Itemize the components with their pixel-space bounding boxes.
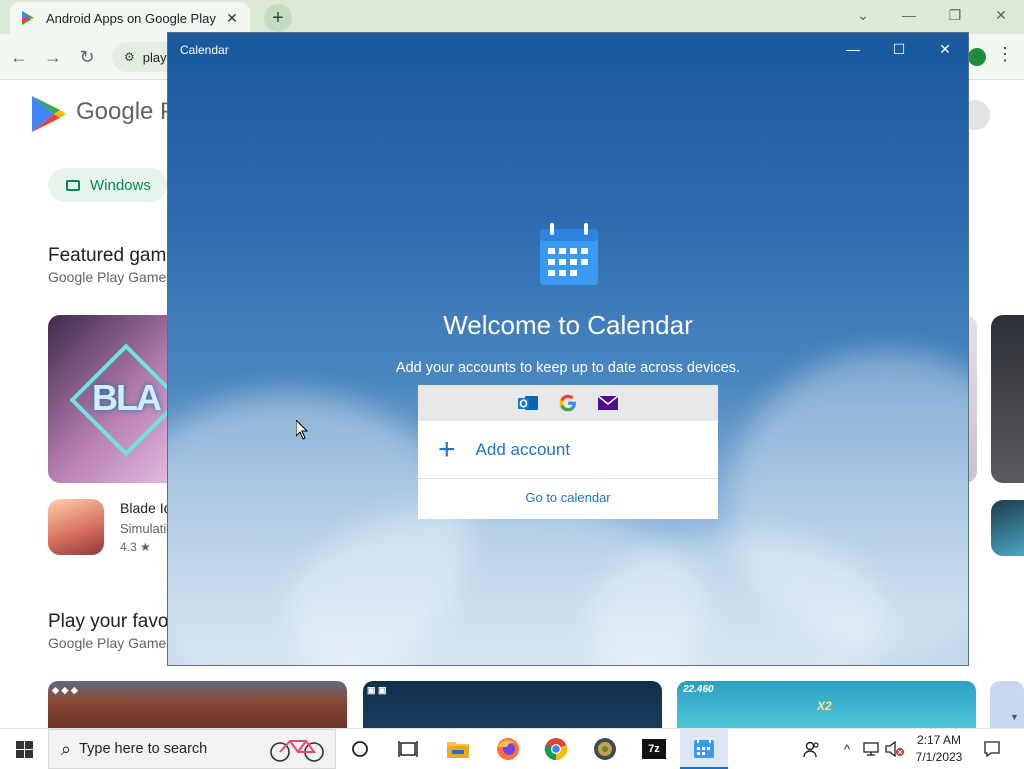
google-play-favicon-icon [22, 11, 34, 25]
clock-time: 2:17 AM [916, 733, 962, 747]
play-favorites-section-subtitle: Google Play Games [48, 635, 174, 651]
start-button[interactable] [0, 729, 48, 769]
game-art-logo: BLA [92, 377, 162, 418]
calendar-window-title: Calendar [180, 43, 229, 57]
app-icon[interactable] [48, 499, 104, 555]
search-placeholder: Type here to search [79, 741, 208, 757]
featured-game-card-3[interactable] [991, 315, 1024, 483]
back-icon[interactable]: ← [6, 44, 32, 70]
thumb-multiplier: X2 [817, 699, 832, 713]
featured-section-title: Featured game [48, 245, 177, 266]
account-provider-icons [418, 385, 718, 421]
thumb-hud: ◆ ◆ ◆ [52, 685, 78, 695]
forward-icon[interactable]: → [40, 44, 66, 70]
windows-filter-chip[interactable]: Windows [48, 168, 167, 202]
windows-logo-icon [15, 740, 33, 758]
add-account-button[interactable]: + Add account [418, 421, 718, 479]
calendar-titlebar: Calendar — ☐ ✕ [168, 33, 968, 65]
minimize-button[interactable]: — [886, 0, 932, 32]
file-explorer-icon[interactable] [434, 729, 482, 769]
tab-close-icon[interactable]: ✕ [224, 10, 240, 27]
calendar-window: Calendar — ☐ ✕ Welcome to Calendar Add y… [167, 32, 969, 666]
search-highlight-bicycle-icon [270, 740, 324, 762]
app-rating: 4.3 ★ [120, 540, 151, 554]
chrome-icon[interactable] [532, 729, 580, 769]
reload-icon[interactable]: ↻ [74, 44, 100, 70]
add-account-label: Add account [475, 439, 571, 459]
game-thumbnail[interactable]: 22.460 X2 [677, 681, 976, 729]
more-menu-icon[interactable]: ⋮ [996, 44, 1014, 65]
people-icon[interactable] [798, 729, 826, 769]
browser-tab[interactable]: Android Apps on Google Play ✕ [10, 2, 250, 34]
app-icon[interactable] [581, 729, 629, 769]
restore-button[interactable]: ❐ [932, 0, 978, 32]
network-icon[interactable] [860, 729, 882, 769]
game-thumbnail[interactable]: ▣ ▣ [363, 681, 662, 729]
notifications-icon[interactable] [978, 729, 1006, 769]
play-favorites-section-title: Play your favo [48, 611, 169, 632]
tab-search-chevron-icon[interactable]: ⌄ [840, 0, 886, 32]
7zip-icon[interactable]: 7z [630, 729, 678, 769]
task-view-icon[interactable] [384, 729, 432, 769]
welcome-subline: Add your accounts to keep up to date acr… [395, 360, 741, 376]
show-hidden-icons-chevron-icon[interactable]: ^ [838, 729, 856, 769]
new-tab-button[interactable]: + [264, 4, 292, 32]
thumb-score: 22.460 [683, 684, 714, 695]
google-play-logo-icon [32, 96, 66, 132]
tab-title: Android Apps on Google Play [46, 10, 216, 26]
plus-icon: + [438, 432, 456, 466]
calendar-close-button[interactable]: ✕ [922, 33, 968, 65]
scroll-down-arrow-icon[interactable]: ▼ [1010, 712, 1019, 722]
system-clock[interactable]: 2:17 AM 7/1/2023 [906, 732, 972, 766]
chip-label: Windows [90, 176, 151, 194]
firefox-icon[interactable] [484, 729, 532, 769]
calendar-minimize-button[interactable]: — [830, 33, 876, 65]
taskbar: ⌕ Type here to search 7z ^ 2:17 AM 7/1/2… [0, 728, 1024, 769]
app-category: Simulatio [120, 521, 174, 536]
account-card: + Add account Go to calendar [418, 385, 718, 519]
game-thumbnail[interactable]: ◆ ◆ ◆ [48, 681, 347, 729]
google-play-wordmark: Google P [76, 98, 177, 125]
mouse-cursor-icon [296, 420, 308, 440]
7zip-label: 7z [642, 739, 666, 759]
google-icon [559, 394, 576, 412]
featured-section-subtitle: Google Play Games [48, 269, 174, 285]
outlook-icon [518, 396, 538, 410]
volume-muted-icon[interactable] [884, 729, 906, 769]
calendar-app-icon [540, 223, 598, 285]
app-icon-2[interactable] [991, 500, 1024, 556]
calendar-icon[interactable] [680, 729, 728, 769]
mail-icon [597, 395, 619, 410]
search-icon: ⌕ [61, 738, 72, 759]
cortana-icon[interactable] [336, 729, 384, 769]
calendar-maximize-button[interactable]: ☐ [876, 33, 922, 65]
clock-date: 7/1/2023 [915, 750, 963, 764]
browser-tabstrip: Android Apps on Google Play ✕ + ⌄ — ❐ ✕ [0, 0, 1024, 34]
close-button[interactable]: ✕ [978, 0, 1024, 32]
url-text: play [142, 49, 167, 65]
app-name[interactable]: Blade Id [120, 500, 171, 516]
profile-avatar[interactable] [968, 48, 986, 66]
site-info-icon[interactable]: ⚙ [124, 50, 135, 64]
monitor-icon [66, 179, 80, 191]
welcome-heading: Welcome to Calendar [443, 310, 693, 340]
thumb-hud: ▣ ▣ [367, 685, 387, 695]
go-to-calendar-link[interactable]: Go to calendar [418, 479, 718, 519]
